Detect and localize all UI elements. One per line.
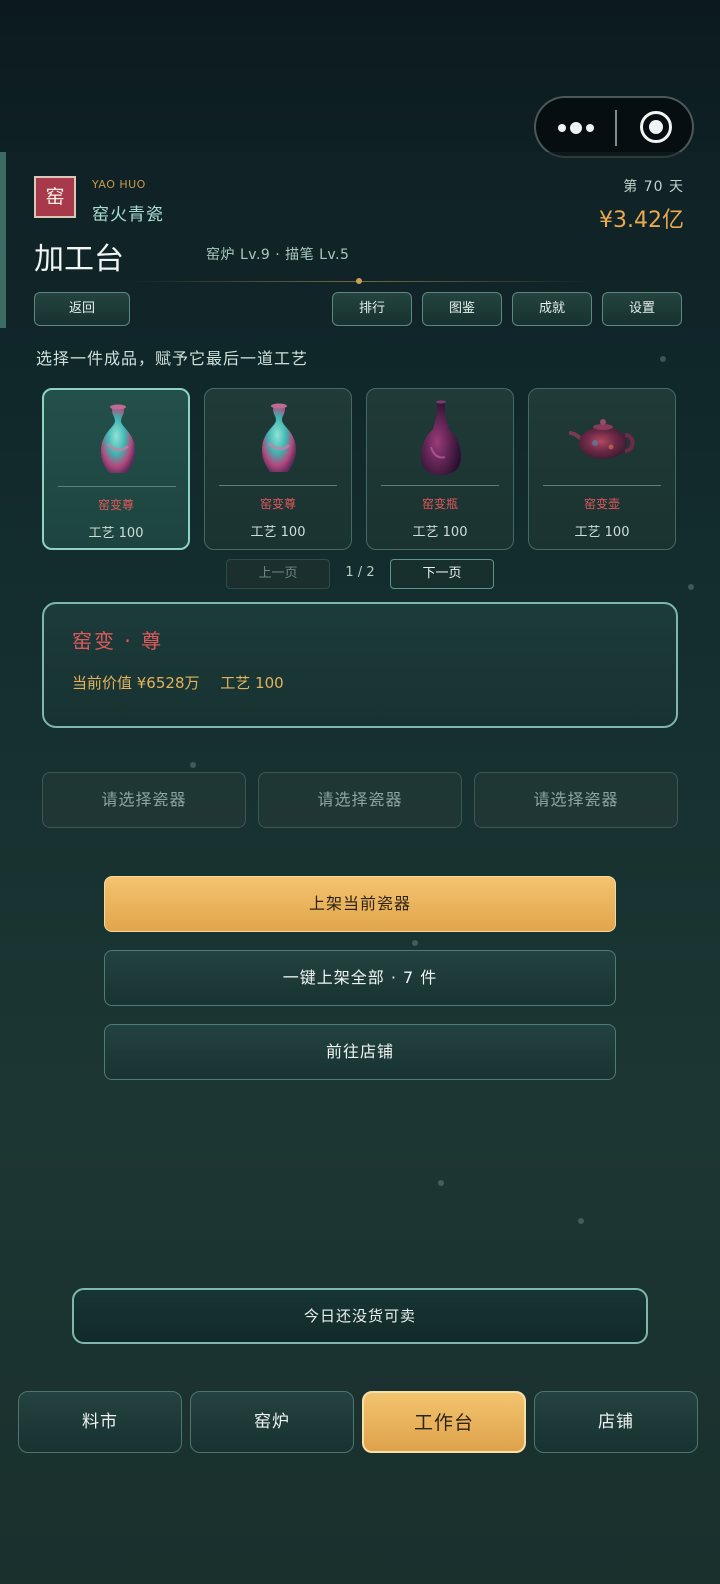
achievement-button[interactable]: 成就 [512, 292, 592, 326]
instruction-text: 选择一件成品，赋予它最后一道工艺 [36, 349, 309, 368]
rank-button[interactable]: 排行 [332, 292, 412, 326]
seal-logo: 窑 [34, 176, 76, 218]
porcelain-slot[interactable]: 请选择瓷器 [474, 772, 678, 828]
list-current-button[interactable]: 上架当前瓷器 [104, 876, 616, 932]
detail-info: 当前价值 ¥6528万 工艺 100 [72, 672, 300, 693]
back-button[interactable]: 返回 [34, 292, 130, 326]
item-card[interactable]: 窑变瓶 工艺 100 [366, 388, 514, 550]
page-title: 加工台 [34, 242, 124, 277]
decor-speck [688, 584, 694, 590]
vase-icon [262, 403, 296, 472]
decor-speck [578, 1218, 584, 1224]
item-skill: 工艺 100 [412, 525, 468, 540]
brand-english: YAO HUO [92, 178, 146, 191]
settings-button[interactable]: 设置 [602, 292, 682, 326]
vase-icon [101, 404, 135, 473]
capsule-divider [615, 110, 617, 146]
item-name: 窑变壶 [583, 497, 620, 511]
decor-speck [660, 356, 666, 362]
header-divider-dot [356, 278, 362, 284]
detail-skill: 工艺 100 [220, 674, 284, 692]
money-balance: ¥3.42亿 [599, 208, 684, 233]
decor-speck [190, 762, 196, 768]
teapot-icon [568, 419, 635, 459]
tab-kiln[interactable]: 窑炉 [190, 1391, 354, 1453]
item-skill: 工艺 100 [88, 526, 144, 541]
item-name: 窑变尊 [97, 498, 134, 512]
detail-title: 窑变 · 尊 [72, 629, 164, 653]
next-page-button[interactable]: 下一页 [390, 559, 494, 589]
go-shop-button[interactable]: 前往店铺 [104, 1024, 616, 1080]
page-indicator: 1 / 2 [345, 565, 375, 580]
porcelain-slot[interactable]: 请选择瓷器 [42, 772, 246, 828]
target-circle-icon[interactable] [640, 111, 672, 143]
decor-speck [438, 1180, 444, 1186]
brand-name: 窑火青瓷 [92, 205, 164, 225]
status-bar[interactable]: 今日还没货可卖 [72, 1288, 648, 1344]
detail-value: 当前价值 ¥6528万 [72, 674, 200, 692]
tab-workbench[interactable]: 工作台 [362, 1391, 526, 1453]
level-info: 窑炉 Lv.9 · 描笔 Lv.5 [206, 247, 350, 263]
decor-speck [412, 940, 418, 946]
porcelain-slot[interactable]: 请选择瓷器 [258, 772, 462, 828]
list-all-button[interactable]: 一键上架全部 · 7 件 [104, 950, 616, 1006]
prev-page-button[interactable]: 上一页 [226, 559, 330, 589]
selected-item-detail [42, 602, 678, 728]
tab-shop[interactable]: 店铺 [534, 1391, 698, 1453]
day-counter: 第 70 天 [623, 179, 684, 195]
item-skill: 工艺 100 [574, 525, 630, 540]
miniprogram-capsule [534, 96, 694, 158]
catalog-button[interactable]: 图鉴 [422, 292, 502, 326]
item-card[interactable]: 窑变壶 工艺 100 [528, 388, 676, 550]
tab-market[interactable]: 料市 [18, 1391, 182, 1453]
item-skill: 工艺 100 [250, 525, 306, 540]
item-name: 窑变尊 [259, 497, 296, 511]
bottle-icon [421, 400, 461, 475]
more-dots-icon[interactable] [558, 118, 598, 138]
item-card[interactable]: 窑变尊 工艺 100 [42, 388, 190, 550]
item-name: 窑变瓶 [421, 497, 458, 511]
item-card[interactable]: 窑变尊 工艺 100 [204, 388, 352, 550]
